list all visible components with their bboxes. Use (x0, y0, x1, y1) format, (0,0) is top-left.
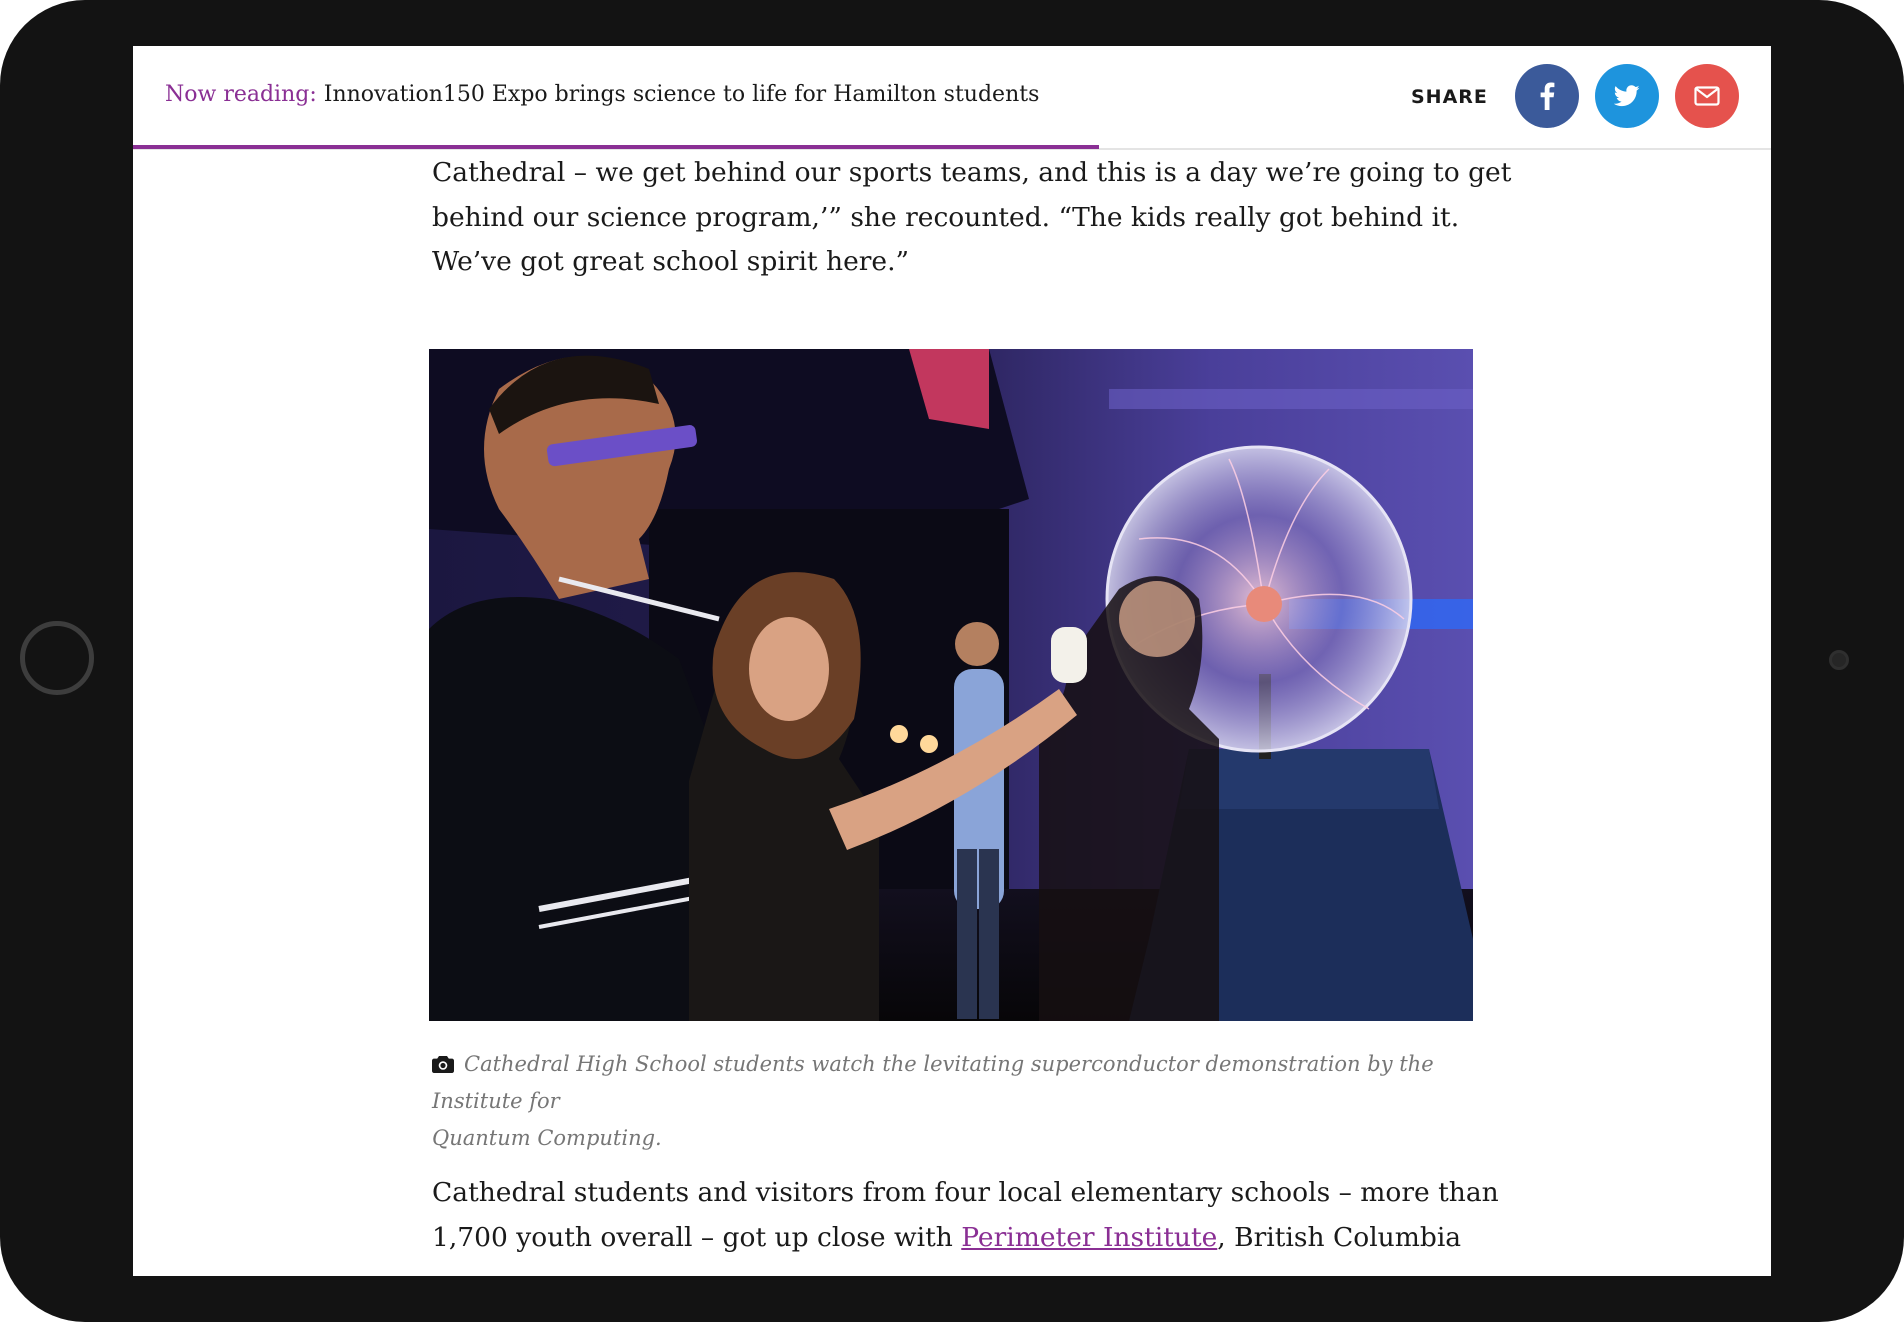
home-button[interactable] (20, 621, 94, 695)
twitter-icon (1614, 85, 1640, 107)
photo-caption: Cathedral High School students watch the… (432, 1046, 1482, 1157)
paragraph-line: We’ve got great school spirit here.” (432, 246, 910, 277)
front-camera (1829, 650, 1849, 670)
reading-progress-bar (133, 145, 1100, 149)
paragraph-line: behind our science program,’” she recoun… (432, 201, 1460, 233)
browser-screen: Now reading: Innovation150 Expo brings s… (133, 46, 1771, 1276)
facebook-icon (1540, 82, 1555, 110)
share-label: SHARE (1411, 86, 1488, 108)
now-reading-bar: Now reading: Innovation150 Expo brings s… (133, 46, 1771, 150)
twitter-share-button[interactable] (1595, 64, 1659, 128)
now-reading: Now reading: Innovation150 Expo brings s… (165, 82, 1039, 107)
caption-line: Cathedral High School students watch the… (432, 1052, 1434, 1113)
perimeter-institute-link[interactable]: Perimeter Institute (961, 1222, 1217, 1253)
facebook-share-button[interactable] (1515, 64, 1579, 128)
paragraph-line: Cathedral students and visitors from fou… (432, 1177, 1499, 1208)
article-photo (429, 349, 1473, 1021)
plasma-ball-photo (429, 349, 1473, 1021)
paragraph-line: 1,700 youth overall – got up close with (432, 1221, 962, 1253)
camera-icon (432, 1056, 454, 1073)
email-share-button[interactable] (1675, 64, 1739, 128)
now-reading-title[interactable]: Innovation150 Expo brings science to lif… (324, 82, 1040, 107)
envelope-icon (1694, 86, 1720, 106)
body-paragraph: Cathedral students and visitors from fou… (432, 1171, 1499, 1260)
quote-paragraph: Cathedral – we get behind our sports tea… (432, 151, 1511, 285)
paragraph-line: Cathedral – we get behind our sports tea… (432, 157, 1512, 188)
paragraph-line: , British Columbia (1217, 1221, 1462, 1253)
now-reading-label: Now reading: (165, 82, 317, 107)
tablet-bezel: Now reading: Innovation150 Expo brings s… (0, 0, 1904, 1322)
caption-line: Quantum Computing. (432, 1126, 662, 1150)
